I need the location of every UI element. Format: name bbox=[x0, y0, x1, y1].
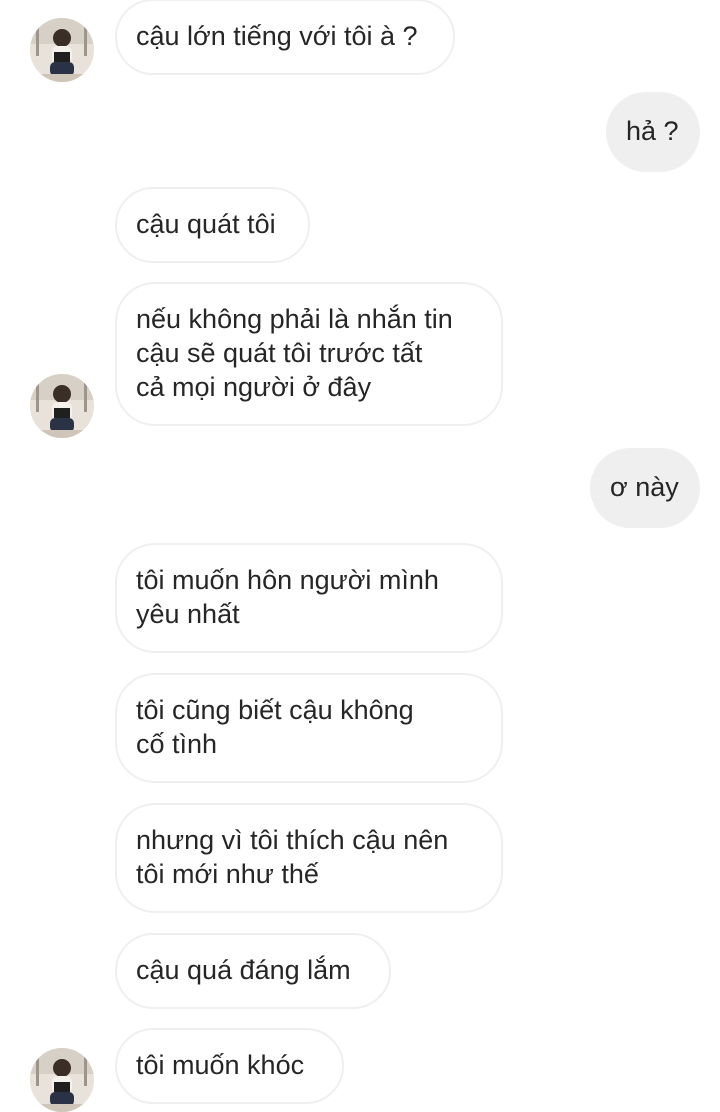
message-bubble-incoming[interactable]: cậu lớn tiếng với tôi à ? bbox=[115, 0, 455, 75]
message-bubble-incoming[interactable]: nhưng vì tôi thích cậu nên tôi mới như t… bbox=[115, 803, 503, 913]
contact-avatar[interactable] bbox=[30, 374, 94, 438]
contact-avatar[interactable] bbox=[30, 18, 94, 82]
message-bubble-incoming[interactable]: tôi muốn hôn người mình yêu nhất bbox=[115, 543, 503, 653]
message-bubble-outgoing[interactable]: ơ này bbox=[590, 448, 700, 528]
avatar-photo-icon bbox=[30, 18, 94, 82]
message-bubble-incoming[interactable]: tôi muốn khóc bbox=[115, 1028, 344, 1104]
message-bubble-outgoing[interactable]: hả ? bbox=[606, 92, 700, 172]
message-bubble-incoming[interactable]: nếu không phải là nhắn tin cậu sẽ quát t… bbox=[115, 282, 503, 426]
avatar-photo-icon bbox=[30, 374, 94, 438]
avatar-photo-icon bbox=[30, 1048, 94, 1112]
message-bubble-incoming[interactable]: cậu quát tôi bbox=[115, 187, 310, 263]
message-bubble-incoming[interactable]: tôi cũng biết cậu không cố tình bbox=[115, 673, 503, 783]
message-bubble-incoming[interactable]: cậu quá đáng lắm bbox=[115, 933, 391, 1009]
contact-avatar[interactable] bbox=[30, 1048, 94, 1112]
